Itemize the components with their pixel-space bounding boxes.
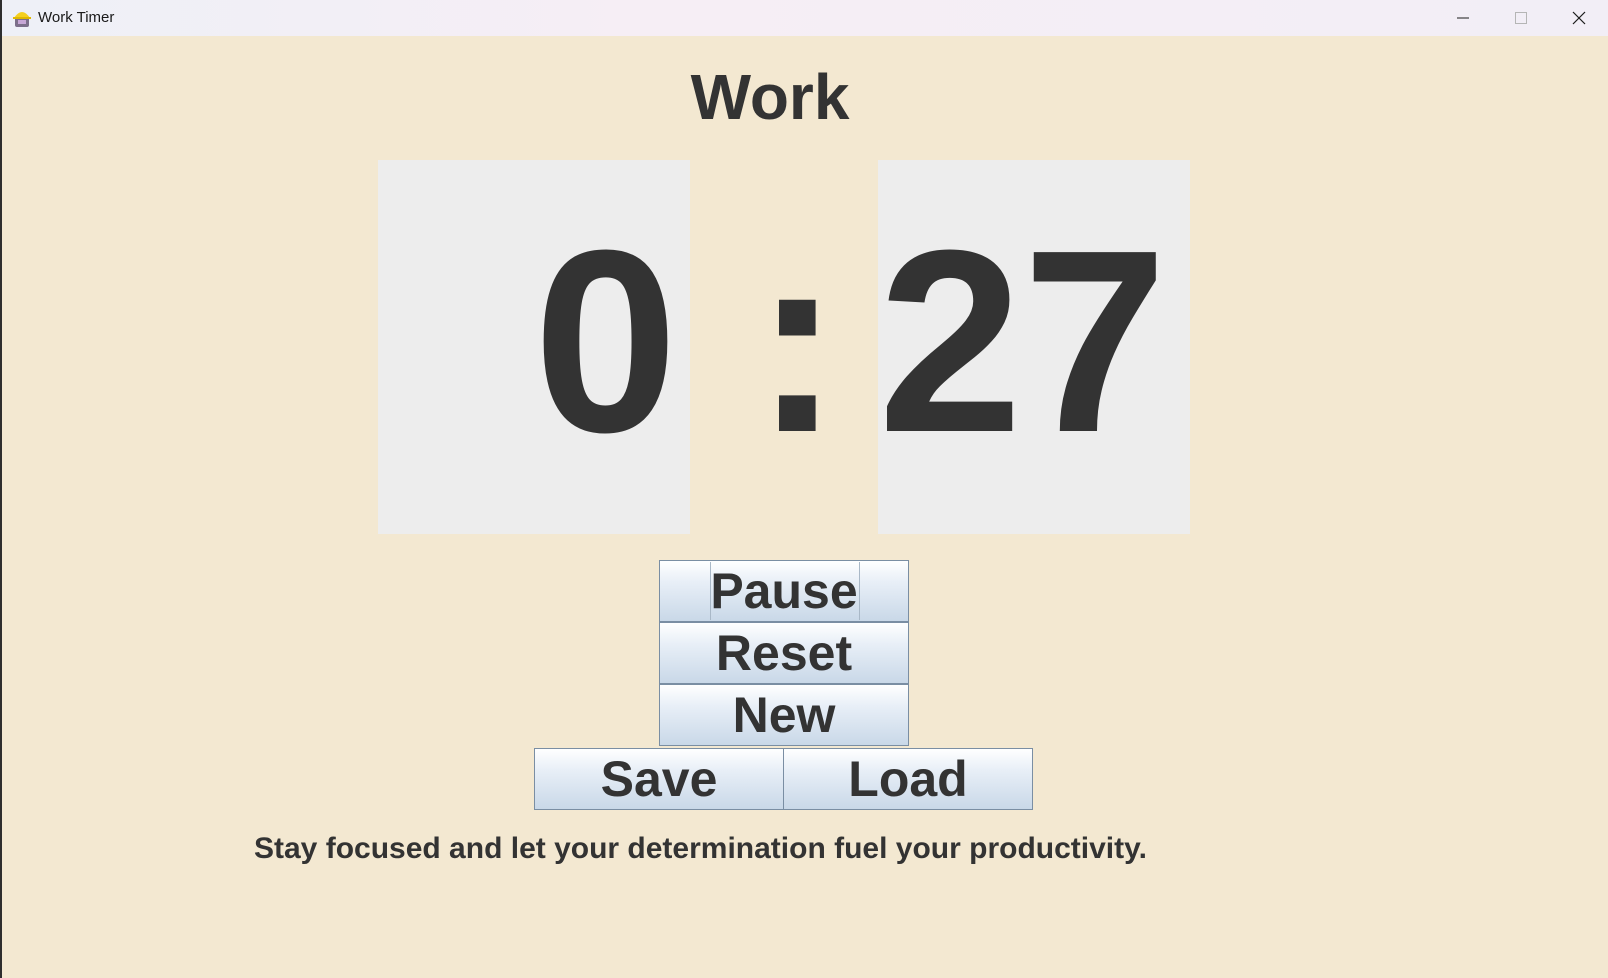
maximize-button[interactable] (1492, 0, 1550, 36)
reset-button-label: Reset (715, 625, 853, 681)
new-button[interactable]: New (659, 684, 909, 746)
load-button[interactable]: Load (783, 748, 1033, 810)
motivational-message: Stay focused and let your determination … (254, 832, 1147, 865)
close-button[interactable] (1550, 0, 1608, 36)
seconds-display: 27 (878, 197, 1168, 487)
save-button[interactable]: Save (534, 748, 784, 810)
reset-button[interactable]: Reset (659, 622, 909, 684)
save-button-label: Save (600, 751, 718, 807)
time-separator: : (754, 197, 841, 487)
new-button-label: New (732, 687, 836, 743)
maximize-icon (1514, 11, 1528, 25)
minimize-button[interactable] (1434, 0, 1492, 36)
pause-button[interactable]: Pause (659, 560, 909, 622)
minutes-display: 0 (533, 197, 678, 487)
load-button-label: Load (848, 751, 968, 807)
title-bar: Work Timer (2, 0, 1608, 36)
close-icon (1572, 11, 1586, 25)
hardhat-app-icon (12, 8, 32, 28)
app-window: Work Timer Work 0 : 27 Pause Reset New S… (0, 0, 1608, 978)
timer-mode-title: Work (690, 61, 850, 133)
minimize-icon (1456, 11, 1470, 25)
window-title: Work Timer (38, 9, 115, 26)
pause-button-label: Pause (710, 563, 858, 619)
